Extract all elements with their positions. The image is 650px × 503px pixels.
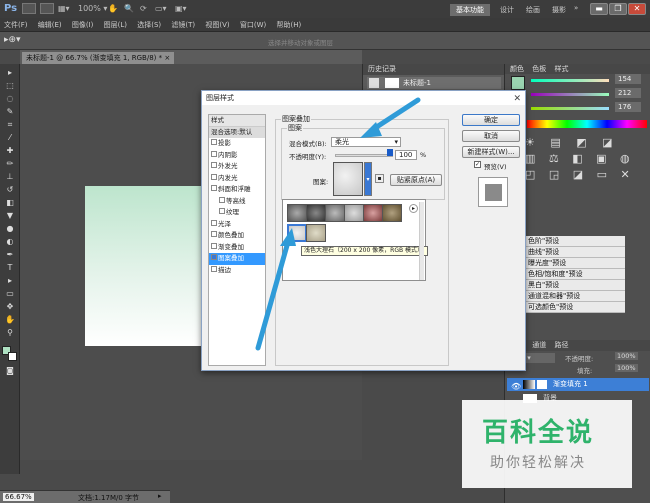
- watermark: 百科全说 助你轻松解决: [462, 400, 632, 488]
- watermark-title: 百科全说: [482, 418, 595, 448]
- arrow-to-pattern: [255, 239, 291, 351]
- arrow-head-pattern: [280, 228, 296, 246]
- watermark-subtitle: 助你轻松解决: [490, 455, 586, 471]
- arrow-to-blend-mode: [369, 97, 421, 133]
